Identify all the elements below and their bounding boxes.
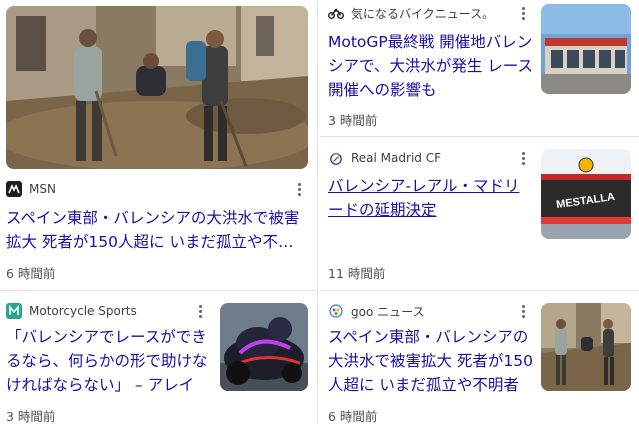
more-options-icon[interactable] xyxy=(194,303,206,319)
circuit-building-thumbnail[interactable] xyxy=(541,4,631,94)
article-time: 3 時間前 xyxy=(6,409,56,424)
source-row: MSN xyxy=(6,180,56,198)
source-row: Motorcycle Sports xyxy=(6,302,137,320)
motorcycle-icon xyxy=(328,5,344,21)
left-column: MSN スペイン東部・バレンシアの大洪水で被害拡大 死者が150人超に いまだ孤… xyxy=(0,0,316,424)
flood-cleanup-thumbnail[interactable] xyxy=(6,6,308,169)
article-title[interactable]: スペイン東部・バレンシアの大洪水で被害拡大 死者が150人超に いまだ孤立や不明… xyxy=(6,206,306,254)
article-time: 3 時間前 xyxy=(328,113,378,128)
article-time: 6 時間前 xyxy=(328,409,378,424)
motorcycle-sports-icon xyxy=(6,303,22,319)
divider xyxy=(320,290,639,291)
source-row: 気になるバイクニュース。 xyxy=(328,4,494,22)
source-name: Real Madrid CF xyxy=(351,151,441,165)
more-options-icon[interactable] xyxy=(517,5,529,21)
article-time: 6 時間前 xyxy=(6,266,56,281)
msn-icon xyxy=(6,181,22,197)
column-divider xyxy=(317,0,318,424)
more-options-icon[interactable] xyxy=(293,181,305,197)
divider xyxy=(0,290,316,291)
mestalla-stadium-thumbnail[interactable]: MESTALLA xyxy=(541,149,631,239)
right-column: 気になるバイクニュース。 MotoGP最終戦 開催地バレンシアで、大洪水が発生 … xyxy=(320,0,639,424)
goo-news-icon xyxy=(328,303,344,319)
article-title[interactable]: MotoGP最終戦 開催地バレンシアで、大洪水が発生 レース開催への影響も xyxy=(328,30,534,102)
source-row: Real Madrid CF xyxy=(328,149,441,167)
article-title[interactable]: スペイン東部・バレンシアの大洪水で被害拡大 死者が150人超に いまだ孤立や不明… xyxy=(328,325,534,397)
article-title[interactable]: 「バレンシアでレースができるなら、何らかの形で助けなければならない」 – アレイ… xyxy=(6,325,210,397)
more-options-icon[interactable] xyxy=(517,303,529,319)
article-title[interactable]: バレンシア-レアル・マドリードの延期決定 xyxy=(328,174,534,222)
source-name: goo ニュース xyxy=(351,304,425,319)
article-time: 11 時間前 xyxy=(328,266,386,281)
more-options-icon[interactable] xyxy=(517,150,529,166)
flood-cleanup-thumbnail[interactable] xyxy=(541,303,631,391)
divider xyxy=(320,136,639,137)
source-name: MSN xyxy=(29,182,56,196)
motogp-rider-thumbnail[interactable] xyxy=(220,303,308,391)
source-row: goo ニュース xyxy=(328,302,425,320)
real-madrid-crest-icon xyxy=(328,150,344,166)
source-name: 気になるバイクニュース。 xyxy=(351,6,495,21)
source-name: Motorcycle Sports xyxy=(29,304,137,318)
